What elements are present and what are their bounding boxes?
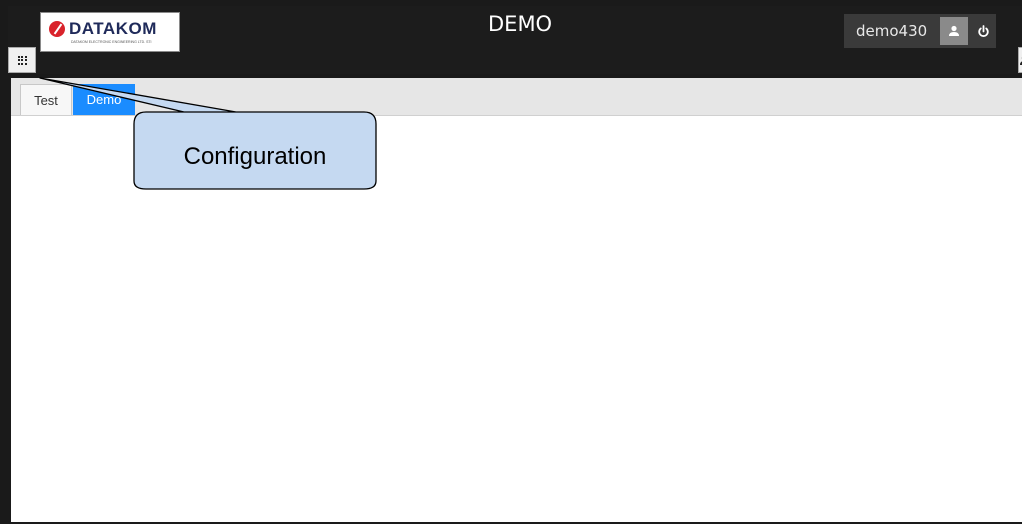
- callout-shape: [39, 77, 377, 190]
- callout-label: Configuration: [183, 143, 327, 170]
